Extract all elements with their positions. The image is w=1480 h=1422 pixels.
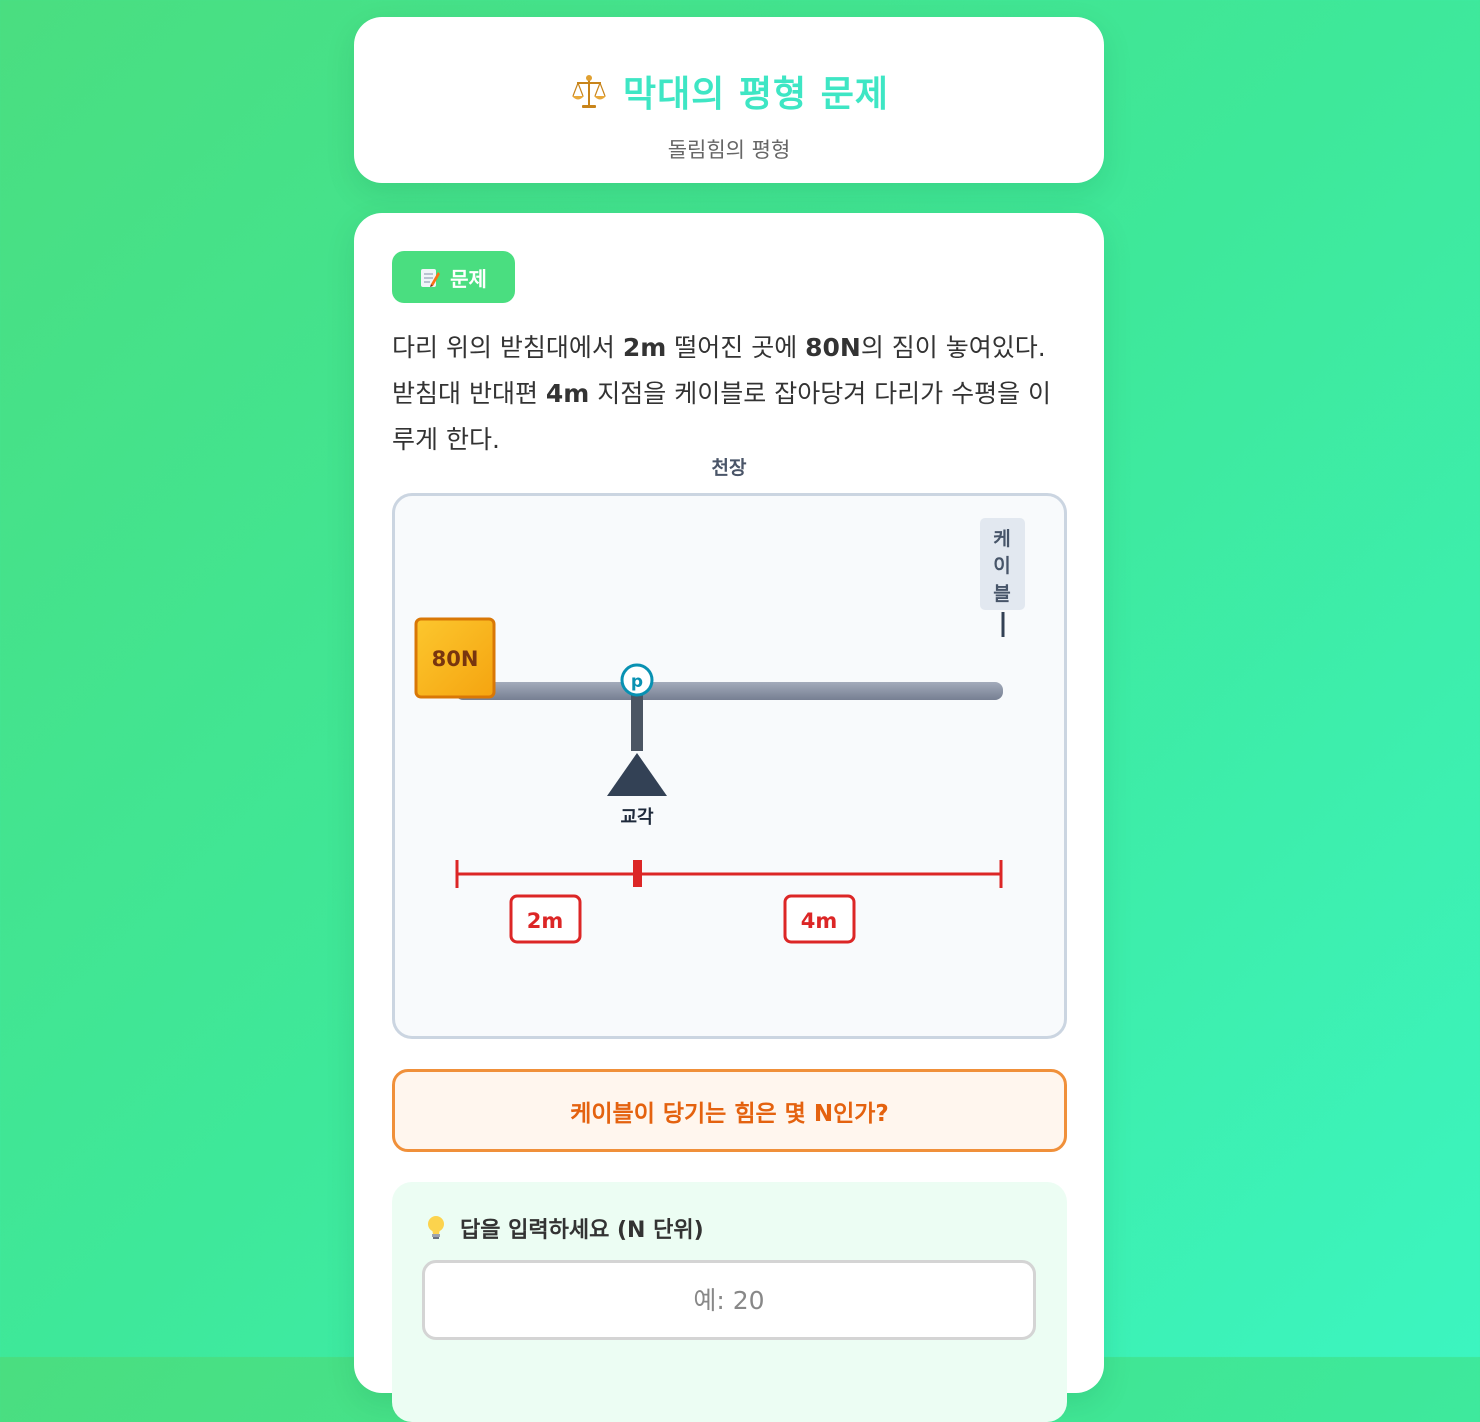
ceiling-label: 천장 xyxy=(711,457,747,479)
header-card: 막대의 평형 문제 돌림힘의 평형 xyxy=(354,17,1104,183)
cable-label: 케 이 블 xyxy=(980,518,1025,610)
problem-text-weight: 80N xyxy=(805,333,861,362)
distance-right-text: 4m xyxy=(801,909,838,933)
memo-icon xyxy=(420,266,441,288)
support-label: 교각 xyxy=(620,807,654,828)
badge-label: 문제 xyxy=(450,266,487,291)
problem-text-distance-left: 2m xyxy=(622,333,667,362)
problem-text-part: 떨어진 곳에 xyxy=(666,333,806,362)
weight-box: 80N xyxy=(414,617,496,699)
cable-label-char-3: 블 xyxy=(993,583,1010,605)
page-title-row: 막대의 평형 문제 xyxy=(354,69,1104,121)
answer-label-row: 답을 입력하세요 (N 단위) xyxy=(426,1212,704,1244)
lightbulb-icon xyxy=(426,1215,446,1241)
problem-text-part: 다리 위의 받침대에서 xyxy=(392,333,623,362)
problem-text: 다리 위의 받침대에서 2m 떨어진 곳에 80N의 짐이 놓여있다. 받침대 … xyxy=(392,325,1072,463)
lever-diagram: 케 이 블 p 교각 80N 2m 4m xyxy=(392,493,1067,1039)
problem-badge: 문제 xyxy=(392,251,515,303)
question-box: 케이블이 당기는 힘은 몇 N인가? xyxy=(392,1069,1067,1152)
question-text: 케이블이 당기는 힘은 몇 N인가? xyxy=(570,1100,889,1127)
distance-left-text: 2m xyxy=(527,909,564,933)
distance-label-right: 4m xyxy=(783,894,856,944)
page-title: 막대의 평형 문제 xyxy=(623,74,889,115)
distance-ruler xyxy=(455,860,1003,888)
balance-scale-icon xyxy=(569,72,609,112)
answer-section: 답을 입력하세요 (N 단위) xyxy=(392,1182,1067,1422)
page-subtitle: 돌림힘의 평형 xyxy=(667,138,791,162)
answer-input[interactable] xyxy=(422,1260,1036,1340)
lever-diagram-svg: 케 이 블 p 교각 80N 2m 4m xyxy=(414,518,1025,944)
beam xyxy=(455,682,1003,700)
cable-label-char-2: 이 xyxy=(993,555,1010,577)
support-post xyxy=(631,692,643,751)
cable-label-char-1: 케 xyxy=(993,528,1010,550)
distance-label-left: 2m xyxy=(509,894,582,944)
problem-text-distance-right: 4m xyxy=(545,379,590,408)
answer-label: 답을 입력하세요 (N 단위) xyxy=(460,1218,704,1243)
weight-label: 80N xyxy=(432,647,479,671)
problem-card: 문제 다리 위의 받침대에서 2m 떨어진 곳에 80N의 짐이 놓여있다. 받… xyxy=(354,213,1104,1422)
pivot-marker: p xyxy=(620,663,654,697)
support-triangle xyxy=(607,753,667,796)
pivot-label: p xyxy=(631,672,643,692)
